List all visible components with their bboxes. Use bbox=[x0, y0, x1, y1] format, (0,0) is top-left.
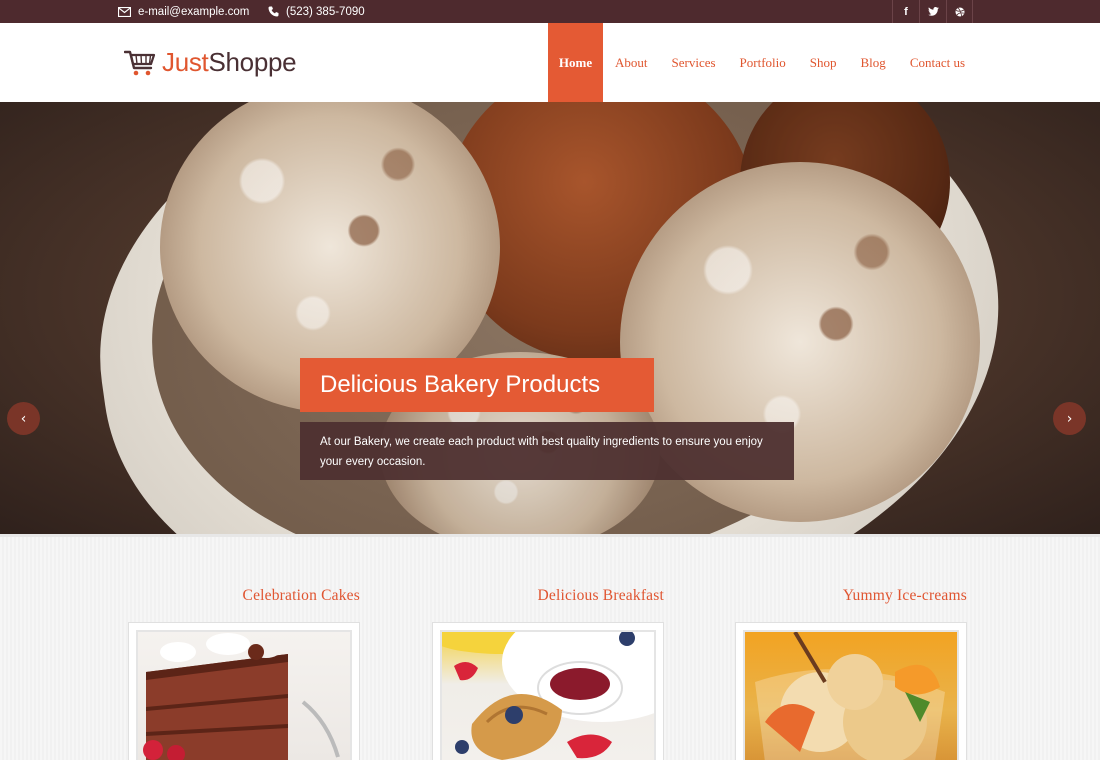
breakfast-image bbox=[440, 630, 656, 760]
shopping-cart-icon bbox=[124, 50, 156, 75]
hero-title-box: Delicious Bakery Products bbox=[300, 358, 654, 412]
email-text: e-mail@example.com bbox=[138, 5, 250, 18]
service-image-frame[interactable] bbox=[128, 622, 360, 760]
logo-text-just: Just bbox=[162, 47, 209, 77]
service-image-frame[interactable] bbox=[735, 622, 967, 760]
phone-text: (523) 385-7090 bbox=[286, 5, 365, 18]
chevron-right-icon: › bbox=[1066, 410, 1073, 427]
hero-description-box: At our Bakery, we create each product wi… bbox=[300, 422, 794, 480]
slider-next-button[interactable]: › bbox=[1053, 402, 1086, 435]
service-title[interactable]: Yummy Ice-creams bbox=[843, 587, 967, 605]
hero-title: Delicious Bakery Products bbox=[320, 371, 601, 398]
contact-phone[interactable]: (523) 385-7090 bbox=[268, 0, 365, 23]
nav-portfolio[interactable]: Portfolio bbox=[728, 23, 798, 102]
services-section: Celebration Cakes Delicious Breakfast Yu… bbox=[0, 534, 1100, 760]
service-image-frame[interactable] bbox=[432, 622, 664, 760]
service-title[interactable]: Celebration Cakes bbox=[243, 587, 360, 605]
cake-image bbox=[136, 630, 352, 760]
nav-services[interactable]: Services bbox=[660, 23, 728, 102]
dribbble-icon[interactable] bbox=[946, 0, 973, 23]
nav-about[interactable]: About bbox=[603, 23, 660, 102]
twitter-icon[interactable] bbox=[919, 0, 946, 23]
nav-contact[interactable]: Contact us bbox=[898, 23, 977, 102]
chevron-left-icon: ‹ bbox=[20, 410, 27, 427]
social-links: f bbox=[892, 0, 973, 23]
ice-cream-image bbox=[743, 630, 959, 760]
facebook-icon[interactable]: f bbox=[892, 0, 919, 23]
nav-shop[interactable]: Shop bbox=[798, 23, 849, 102]
hero-description: At our Bakery, we create each product wi… bbox=[320, 436, 763, 468]
logo-text-shoppe: Shoppe bbox=[208, 47, 297, 77]
nav-home[interactable]: Home bbox=[548, 23, 603, 102]
hero-slider: ‹ › Delicious Bakery Products At our Bak… bbox=[0, 102, 1100, 534]
logo[interactable]: JustShoppe bbox=[124, 23, 297, 102]
logo-text: JustShoppe bbox=[162, 47, 297, 78]
main-nav: Home About Services Portfolio Shop Blog … bbox=[548, 23, 977, 102]
nav-blog[interactable]: Blog bbox=[849, 23, 898, 102]
top-bar: e-mail@example.com (523) 385-7090 f bbox=[0, 0, 1100, 23]
envelope-icon bbox=[118, 6, 131, 17]
site-header: JustShoppe Home About Services Portfolio… bbox=[0, 23, 1100, 102]
slider-prev-button[interactable]: ‹ bbox=[7, 402, 40, 435]
contact-email[interactable]: e-mail@example.com bbox=[118, 0, 249, 23]
service-title[interactable]: Delicious Breakfast bbox=[538, 587, 664, 605]
phone-icon bbox=[268, 6, 279, 17]
